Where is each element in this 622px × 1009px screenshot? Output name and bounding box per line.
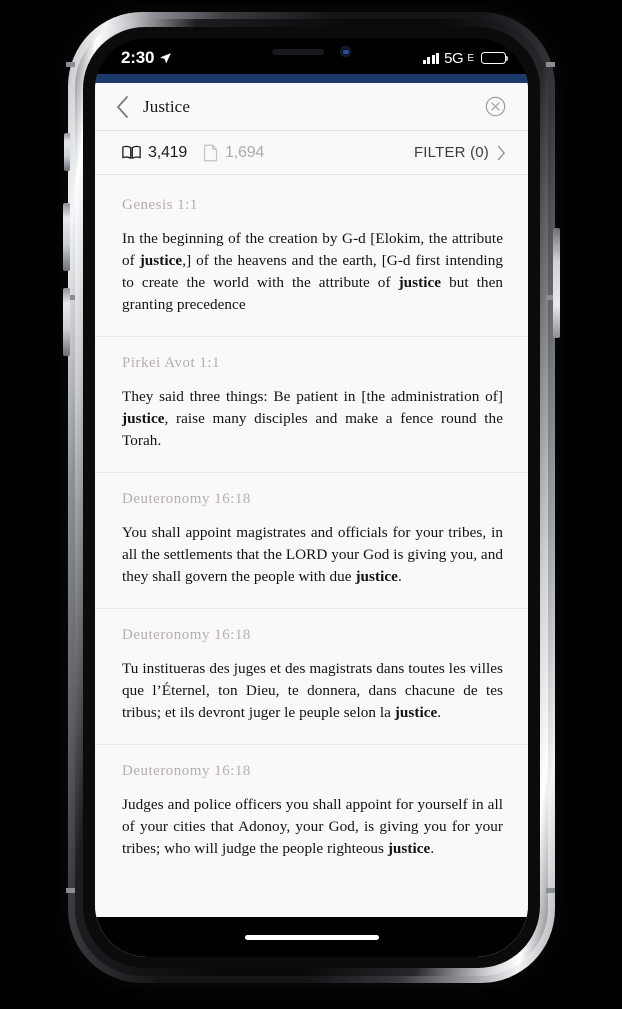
page-title: Justice	[143, 96, 190, 116]
home-indicator[interactable]	[244, 934, 379, 940]
result-reference: Deuteronomy 16:18	[122, 763, 251, 780]
book-count-group[interactable]: 3,419	[122, 144, 187, 162]
power-button[interactable]	[553, 228, 560, 338]
battery-icon	[481, 52, 509, 64]
filter-button[interactable]: FILTER (0)	[414, 144, 506, 161]
close-button[interactable]	[485, 96, 506, 117]
open-book-icon	[122, 145, 141, 159]
highlighted-term: justice	[139, 252, 183, 270]
earpiece-speaker-icon	[272, 48, 324, 55]
front-camera-icon	[340, 46, 351, 57]
location-arrow-icon	[160, 52, 172, 63]
search-result-item[interactable]: Genesis 1:1 In the beginning of the creat…	[95, 179, 528, 336]
antenna-nub	[546, 62, 555, 67]
app-container: Justice 3,419 1,694 FILTER (0) Genesis 1…	[95, 74, 528, 957]
snippet-text: Judges and police officers you shall app…	[122, 796, 503, 858]
accent-bar	[95, 74, 528, 83]
search-results-list[interactable]: Genesis 1:1 In the beginning of the creat…	[95, 175, 528, 957]
status-bar-left: 2:30	[121, 44, 172, 68]
status-bar-time: 2:30	[121, 48, 155, 67]
mute-switch-button[interactable]	[64, 133, 70, 171]
signal-bars-icon	[422, 52, 440, 64]
book-count: 3,419	[148, 143, 188, 161]
snippet-text: .	[430, 840, 435, 858]
home-indicator-area	[95, 917, 528, 957]
snippet-text: They said three things: Be patient in [t…	[122, 388, 503, 406]
search-result-item[interactable]: Deuteronomy 16:18 You shall appoint magis…	[95, 472, 528, 608]
doc-count-group[interactable]: 1,694	[203, 144, 264, 162]
result-reference: Deuteronomy 16:18	[122, 491, 251, 508]
antenna-nub	[546, 888, 555, 893]
snippet-text: .	[397, 568, 402, 586]
phone-screen: 2:30 5G E Justice 3,419 1,694 FILTER (0)…	[95, 38, 528, 957]
network-type-label: 5G	[444, 49, 464, 67]
result-snippet: Judges and police officers you shall app…	[122, 794, 503, 860]
snippet-text: .	[437, 704, 442, 722]
volume-down-button[interactable]	[63, 288, 70, 356]
counts-bar: 3,419 1,694 FILTER (0)	[95, 131, 528, 175]
highlighted-term: justice	[355, 568, 398, 586]
back-button[interactable]	[109, 94, 135, 120]
highlighted-term: justice	[394, 704, 438, 722]
snippet-text: , raise many disciples and make a fence …	[122, 410, 503, 450]
volume-up-button[interactable]	[63, 203, 70, 271]
notch	[227, 38, 396, 65]
result-reference: Deuteronomy 16:18	[122, 627, 251, 644]
snippet-text: You shall appoint magistrates and offici…	[122, 524, 503, 586]
doc-count: 1,694	[225, 143, 265, 161]
filter-label: FILTER (0)	[413, 144, 489, 161]
antenna-nub	[66, 62, 75, 67]
snippet-text: Tu institueras des juges et des magistra…	[122, 660, 503, 722]
chevron-left-icon	[116, 95, 128, 118]
close-circle-icon	[485, 96, 506, 117]
result-snippet: They said three things: Be patient in [t…	[122, 386, 503, 452]
search-result-item[interactable]: Pirkei Avot 1:1 They said three things: B…	[95, 336, 528, 472]
document-icon	[203, 144, 218, 161]
navigation-bar: Justice	[95, 83, 528, 131]
screenshot-stage: 2:30 5G E Justice 3,419 1,694 FILTER (0)…	[0, 0, 622, 1009]
result-snippet: You shall appoint magistrates and offici…	[122, 522, 503, 588]
result-snippet: Tu institueras des juges et des magistra…	[122, 658, 503, 724]
highlighted-term: justice	[398, 274, 442, 292]
chevron-right-icon	[497, 145, 505, 160]
status-bar-right: 5G E	[422, 46, 509, 67]
highlighted-term: justice	[122, 410, 165, 428]
highlighted-term: justice	[387, 840, 431, 858]
search-result-item[interactable]: Deuteronomy 16:18 Tu institueras des juge…	[95, 608, 528, 744]
antenna-nub	[66, 888, 75, 893]
network-suffix-label: E	[467, 52, 474, 64]
result-reference: Pirkei Avot 1:1	[122, 355, 221, 372]
result-snippet: In the beginning of the creation by G-d …	[122, 228, 503, 316]
result-reference: Genesis 1:1	[122, 197, 198, 213]
search-result-item[interactable]: Deuteronomy 16:18 Judges and police offic…	[95, 744, 528, 880]
